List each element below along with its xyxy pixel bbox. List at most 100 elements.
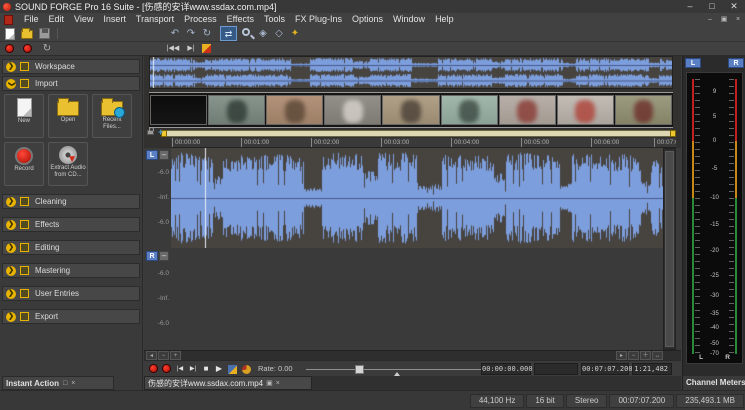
open-file-button[interactable]: [21, 30, 33, 39]
video-frame[interactable]: [441, 95, 498, 125]
loop-region-bar[interactable]: [161, 130, 676, 137]
video-frame[interactable]: [266, 95, 323, 125]
record-remote-button[interactable]: [5, 44, 14, 53]
scrollbar-thumb[interactable]: [665, 151, 674, 347]
menu-transport[interactable]: Transport: [131, 13, 179, 26]
import-new-button[interactable]: New: [4, 94, 44, 138]
expand-arrow-icon[interactable]: ❯: [6, 220, 16, 230]
go-to-start-button[interactable]: |◀◀: [166, 42, 180, 55]
menu-process[interactable]: Process: [179, 13, 222, 26]
edit-tool-button-selected[interactable]: ⇄: [220, 26, 237, 41]
float-window-icon[interactable]: □: [63, 380, 67, 387]
touch-tool-button[interactable]: ✦: [288, 27, 302, 40]
collapse-arrow-icon[interactable]: ❯: [6, 79, 16, 89]
section-user-entries[interactable]: ❯ User Entries: [2, 286, 140, 301]
save-button[interactable]: [39, 28, 50, 39]
time-ruler[interactable]: 00:00:00 00:01:00 00:02:00 00:03:00 00:0…: [171, 138, 676, 148]
maximize-button[interactable]: □: [701, 0, 723, 13]
end-time-display[interactable]: 00:07:07.200: [581, 363, 629, 375]
close-button[interactable]: ✕: [723, 0, 745, 13]
loop-playback-button[interactable]: ↻: [40, 42, 54, 55]
record-button[interactable]: [23, 44, 32, 53]
undo-button[interactable]: ↶: [168, 27, 182, 40]
video-frame[interactable]: [150, 95, 207, 125]
section-mastering[interactable]: ❯ Mastering: [2, 263, 140, 278]
pencil-tool-button[interactable]: ◇: [272, 27, 286, 40]
play-device-button[interactable]: [228, 365, 237, 374]
doc-minimize-button[interactable]: –: [703, 14, 717, 26]
lock-icon[interactable]: [147, 130, 154, 135]
zoom-in-time-button[interactable]: +: [170, 351, 181, 360]
scroll-right-button[interactable]: ↔: [652, 351, 663, 360]
menu-effects[interactable]: Effects: [222, 13, 259, 26]
menu-window[interactable]: Window: [388, 13, 430, 26]
record-remote-button[interactable]: [149, 364, 158, 373]
go-to-end-button[interactable]: ▶|: [187, 363, 199, 375]
expand-arrow-icon[interactable]: ❯: [6, 312, 16, 322]
section-effects[interactable]: ❯ Effects: [2, 217, 140, 232]
stop-button[interactable]: ■: [200, 363, 212, 375]
video-frame[interactable]: [557, 95, 614, 125]
left-channel-button[interactable]: L: [146, 150, 158, 160]
menu-view[interactable]: View: [69, 13, 98, 26]
length-display[interactable]: 1:21,482: [632, 363, 672, 375]
horizontal-scrollbar[interactable]: ◂ − + ▸ − ＋ ↔: [144, 350, 681, 360]
event-tool-button[interactable]: ◈: [256, 27, 270, 40]
overview-right-channel[interactable]: [150, 73, 672, 88]
move-cursor-icon[interactable]: +: [158, 127, 163, 137]
import-recent-files-button[interactable]: Recent Files...: [92, 94, 132, 138]
doc-restore-button[interactable]: ▣: [717, 14, 731, 26]
right-channel-minimize[interactable]: –: [159, 251, 169, 261]
rate-slider[interactable]: [306, 369, 481, 370]
overview-left-channel[interactable]: [150, 57, 672, 73]
meter-left-button[interactable]: L: [685, 58, 701, 68]
loop-end-marker[interactable]: [670, 130, 676, 137]
left-channel-minimize[interactable]: –: [159, 150, 169, 160]
minimize-button[interactable]: –: [679, 0, 701, 13]
import-record-button[interactable]: Record: [4, 142, 44, 186]
go-to-end-button[interactable]: ▶|: [184, 42, 198, 55]
scrub-control-icon[interactable]: [242, 365, 251, 374]
video-frame[interactable]: [208, 95, 265, 125]
menu-help[interactable]: Help: [430, 13, 459, 26]
menu-tools[interactable]: Tools: [259, 13, 290, 26]
repeat-button[interactable]: ↻: [200, 27, 214, 40]
right-channel-button[interactable]: R: [146, 251, 158, 261]
import-open-button[interactable]: Open: [48, 94, 88, 138]
menu-fx-plugins[interactable]: FX Plug-Ins: [290, 13, 347, 26]
video-frame[interactable]: [615, 95, 672, 125]
zoom-out-time-button[interactable]: −: [158, 351, 169, 360]
expand-arrow-icon[interactable]: ❯: [6, 197, 16, 207]
play-button[interactable]: ▶: [213, 363, 225, 375]
rate-slider-thumb[interactable]: [355, 365, 364, 374]
redo-button[interactable]: ↷: [184, 27, 198, 40]
menu-insert[interactable]: Insert: [98, 13, 131, 26]
menu-edit[interactable]: Edit: [44, 13, 70, 26]
new-file-button[interactable]: [5, 28, 15, 40]
video-frame[interactable]: [324, 95, 381, 125]
zoom-out-full-button[interactable]: −: [628, 351, 639, 360]
overview-waveform[interactable]: [149, 56, 673, 89]
close-icon[interactable]: ×: [71, 380, 75, 387]
channel-meters-title[interactable]: Channel Meters □: [683, 376, 745, 390]
record-button[interactable]: [162, 364, 171, 373]
section-editing[interactable]: ❯ Editing: [2, 240, 140, 255]
magnify-tool-button[interactable]: [242, 28, 250, 36]
section-workspace[interactable]: ❯ Workspace: [2, 59, 140, 74]
right-channel-waveform[interactable]: [171, 148, 663, 248]
menu-options[interactable]: Options: [347, 13, 388, 26]
section-cleaning[interactable]: ❯ Cleaning: [2, 194, 140, 209]
marker-drop-button[interactable]: [202, 44, 211, 53]
expand-arrow-icon[interactable]: ❯: [6, 289, 16, 299]
restore-window-icon[interactable]: ▣: [266, 379, 273, 387]
import-extract-cd-button[interactable]: ▼ Extract Audio from CD...: [48, 142, 88, 186]
meter-right-button[interactable]: R: [728, 58, 744, 68]
go-to-start-button[interactable]: |◀: [174, 363, 186, 375]
instant-action-tab[interactable]: Instant Action □ ×: [2, 376, 114, 390]
scroll-left-button[interactable]: ◂: [146, 351, 157, 360]
section-import[interactable]: ❯ Import: [2, 76, 140, 91]
zoom-normal-button[interactable]: ＋: [640, 351, 651, 360]
vertical-scrollbar[interactable]: [663, 148, 676, 350]
close-icon[interactable]: ×: [276, 380, 280, 387]
doc-close-button[interactable]: ×: [731, 14, 745, 26]
